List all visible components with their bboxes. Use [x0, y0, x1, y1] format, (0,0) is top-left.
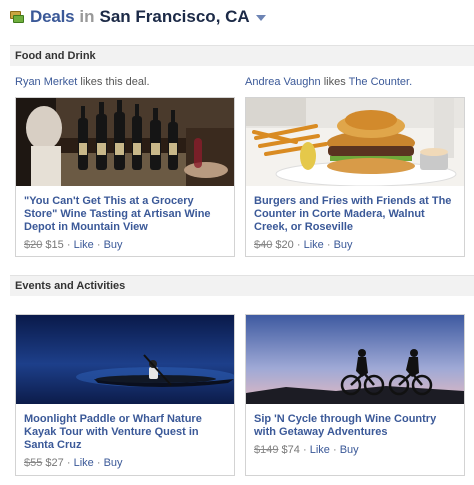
deal-price-row: $55 $27 · Like · Buy — [24, 457, 226, 469]
section-header-events-and-activities: Events and Activities — [10, 275, 474, 296]
deal-title-link[interactable]: Moonlight Paddle or Wharf Nature Kayak T… — [24, 413, 226, 452]
separator: · — [96, 457, 101, 469]
original-price: $55 — [24, 457, 43, 469]
original-price: $20 — [24, 239, 43, 251]
deal-title-link[interactable]: Burgers and Fries with Friends at The Co… — [254, 195, 456, 234]
deals-header: Deals in San Francisco, CA — [9, 6, 266, 28]
deal-title-link[interactable]: "You Can't Get This at a Grocery Store" … — [24, 195, 226, 234]
liker-name-link[interactable]: Andrea Vaughn — [245, 76, 321, 88]
section-header-food-and-drink: Food and Drink — [10, 45, 474, 66]
deal-price: $20 — [275, 239, 294, 251]
buy-button[interactable]: Buy — [334, 239, 353, 251]
liker-text: likes — [320, 76, 349, 88]
in-label: in — [79, 7, 95, 26]
city-selector[interactable]: San Francisco, CA — [99, 7, 249, 27]
original-price: $149 — [254, 444, 279, 456]
section-title: Food and Drink — [15, 50, 96, 62]
deal-card: Burgers and Fries with Friends at The Co… — [245, 97, 465, 257]
buy-button[interactable]: Buy — [104, 457, 123, 469]
deal-card: Moonlight Paddle or Wharf Nature Kayak T… — [15, 314, 235, 476]
deal-price: $74 — [281, 444, 300, 456]
page-title: Deals — [30, 7, 75, 26]
like-button[interactable]: Like — [74, 457, 94, 469]
deal-price-row: $149 $74 · Like · Buy — [254, 444, 456, 456]
original-price: $40 — [254, 239, 273, 251]
deal-image-kayak[interactable] — [16, 315, 234, 404]
separator: · — [326, 239, 331, 251]
deal-image-wine-tasting[interactable] — [16, 98, 234, 186]
separator: · — [296, 239, 301, 251]
deal-image-cycling[interactable] — [246, 315, 464, 404]
deal-card: Sip 'N Cycle through Wine Country with G… — [245, 314, 465, 476]
separator: · — [302, 444, 307, 456]
deal-price: $27 — [45, 457, 64, 469]
separator: · — [96, 239, 101, 251]
liker-line: Andrea Vaughn likes The Counter. — [245, 76, 412, 88]
like-button[interactable]: Like — [304, 239, 324, 251]
buy-button[interactable]: Buy — [104, 239, 123, 251]
buy-button[interactable]: Buy — [340, 444, 359, 456]
deal-image-burger[interactable] — [246, 98, 464, 186]
liker-text: likes this deal. — [77, 76, 150, 88]
deal-card: "You Can't Get This at a Grocery Store" … — [15, 97, 235, 257]
deal-price-row: $20 $15 · Like · Buy — [24, 239, 226, 251]
deal-title-link[interactable]: Sip 'N Cycle through Wine Country with G… — [254, 413, 456, 439]
separator: · — [332, 444, 337, 456]
deals-tag-icon — [9, 9, 25, 25]
section-title: Events and Activities — [15, 280, 126, 292]
deal-price-row: $40 $20 · Like · Buy — [254, 239, 456, 251]
deal-price: $15 — [45, 239, 64, 251]
separator: · — [66, 239, 71, 251]
separator: · — [66, 457, 71, 469]
like-button[interactable]: Like — [74, 239, 94, 251]
like-button[interactable]: Like — [310, 444, 330, 456]
liked-page-link[interactable]: The Counter. — [349, 76, 413, 88]
chevron-down-icon[interactable] — [255, 15, 266, 21]
liker-name-link[interactable]: Ryan Merket — [15, 76, 77, 88]
liker-line: Ryan Merket likes this deal. — [15, 76, 150, 88]
